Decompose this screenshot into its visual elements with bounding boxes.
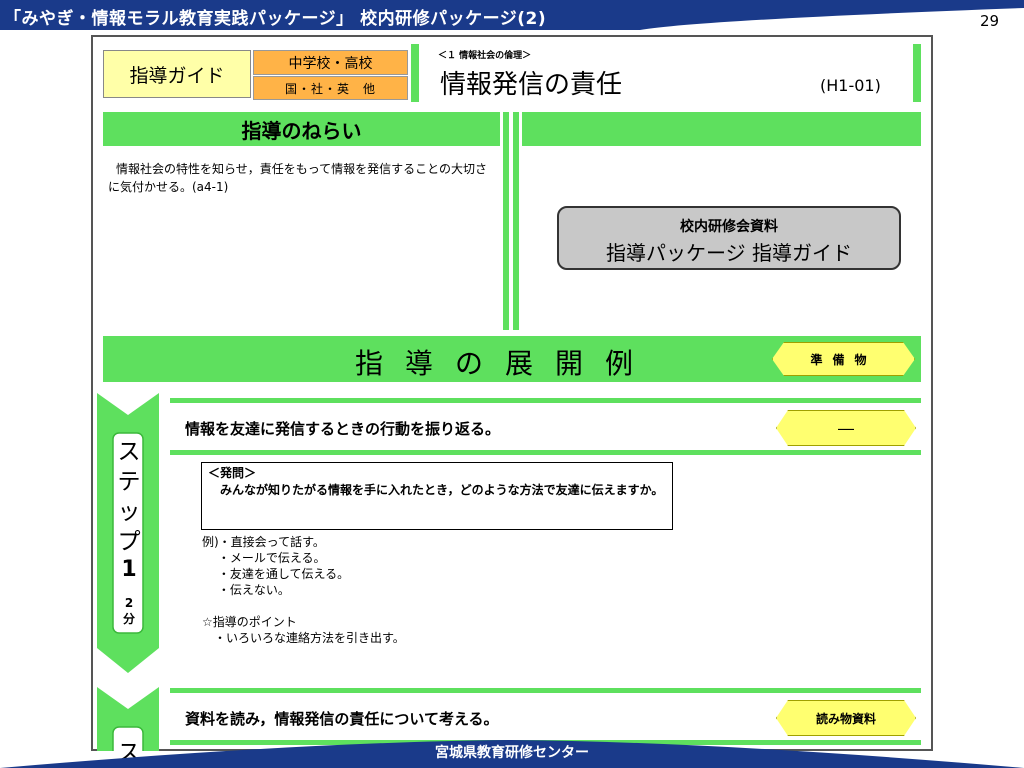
- lesson-code: (H1-01): [820, 76, 881, 95]
- footer-text: 宮城県教育研修センター: [435, 745, 589, 761]
- guide-label: 指導ガイド: [103, 50, 251, 98]
- step-2-material: 読み物資料: [776, 700, 916, 736]
- header-title: 「みやぎ・情報モラル教育実践パッケージ」 校内研修パッケージ(2): [4, 9, 547, 29]
- badge-line-1: 校内研修会資料: [680, 219, 778, 235]
- column-divider: [513, 112, 519, 330]
- step-1-number: 1: [121, 557, 137, 582]
- title-right-bar: [913, 44, 921, 102]
- answer-examples: 例)・直接会って話す。 ・メールで伝える。 ・友達を通して伝える。 ・伝えない。: [202, 535, 350, 597]
- unit-label: ＜１ 情報社会の倫理＞: [438, 51, 532, 61]
- aims-text: 情報社会の特性を知らせ，責任をもって情報を発信することの大切さに気付かせる。(a…: [108, 162, 488, 194]
- step-2-title: 資料を読み，情報発信の責任について考える。: [185, 710, 499, 728]
- badge-line-2: 指導パッケージ 指導ガイド: [606, 241, 852, 265]
- step-1-rule-top: [170, 398, 921, 403]
- question-box: ＜発問＞ みんなが知りたがる情報を手に入れたとき，どのような方法で友達に伝えます…: [201, 462, 673, 530]
- development-title: 指導の展開例: [355, 347, 656, 380]
- training-material-badge: 校内研修会資料 指導パッケージ 指導ガイド: [557, 206, 901, 270]
- step-1-minutes: 2 分: [122, 596, 135, 626]
- column-divider: [503, 112, 509, 330]
- question-text: みんなが知りたがる情報を手に入れたとき，どのような方法で友達に伝えますか。: [220, 483, 664, 497]
- step-1-label: ステップ: [117, 439, 141, 555]
- step-1-rule-bottom: [170, 450, 921, 455]
- right-heading-bar: [522, 112, 921, 146]
- step-1-material: ―: [776, 410, 916, 446]
- question-heading: ＜発問＞: [208, 466, 257, 480]
- school-level: 中学校・高校: [253, 50, 408, 75]
- aims-heading: 指導のねらい: [103, 112, 500, 146]
- title-divider: [411, 44, 419, 102]
- page-number: 29: [980, 12, 1000, 30]
- lesson-title: 情報発信の責任: [440, 70, 623, 100]
- teaching-point: ☆指導のポイント ・いろいろな連絡方法を引き出す。: [202, 615, 405, 645]
- subjects: 国・社・英 他: [253, 76, 408, 100]
- step-2-rule-top: [170, 688, 921, 693]
- materials-label: 準備物: [772, 342, 915, 376]
- step-1-title: 情報を友達に発信するときの行動を振り返る。: [185, 420, 501, 438]
